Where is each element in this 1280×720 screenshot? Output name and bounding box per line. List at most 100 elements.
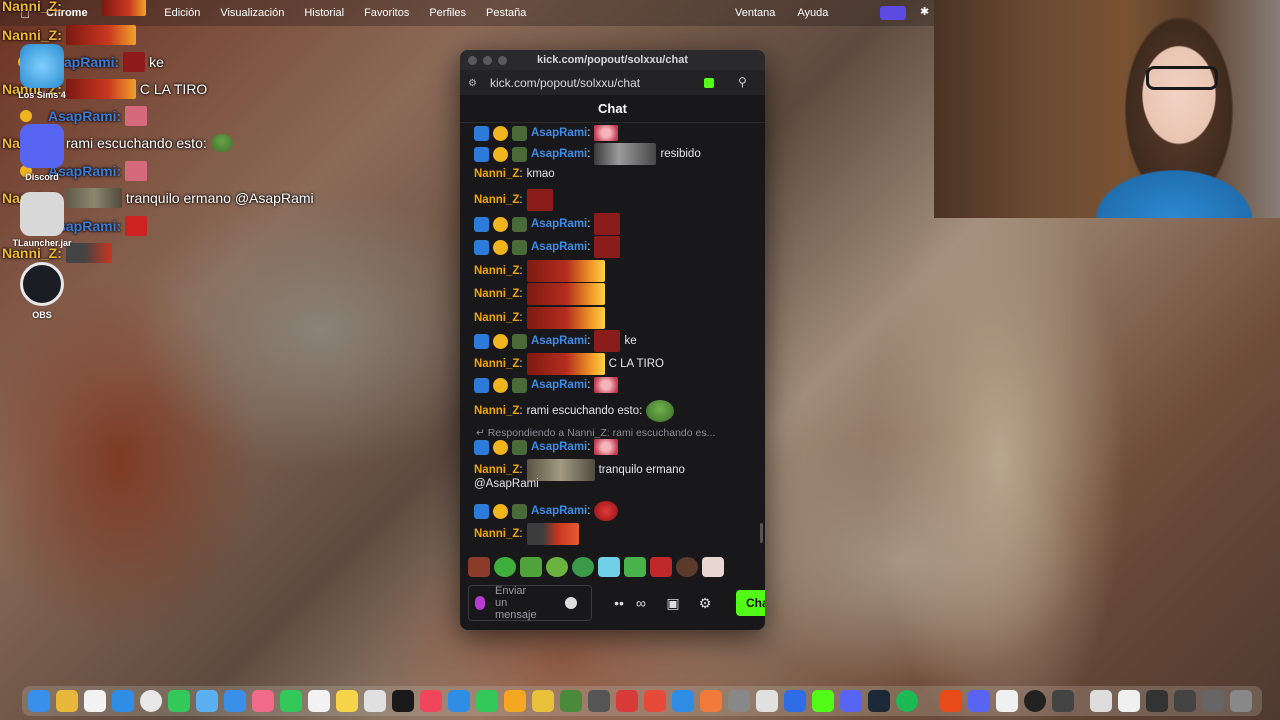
kick-app-icon[interactable]: [812, 690, 834, 712]
red-emote-icon: [594, 236, 621, 258]
spotify-icon[interactable]: [896, 690, 918, 712]
store-icon[interactable]: ▣: [662, 595, 684, 612]
kick-extension-icon[interactable]: [704, 78, 714, 88]
maps-icon[interactable]: [196, 690, 218, 712]
username[interactable]: AsapRami: [531, 148, 587, 160]
keynote-icon[interactable]: [448, 690, 470, 712]
username[interactable]: Nanni_Z: [474, 288, 519, 300]
document-icon[interactable]: [1090, 690, 1112, 712]
webcam-feed: [934, 0, 1280, 218]
facetime-icon[interactable]: [280, 690, 302, 712]
bluetooth-icon[interactable]: ✱: [920, 5, 932, 19]
screen-share-icon[interactable]: [880, 6, 906, 20]
username[interactable]: Nanni_Z: [474, 168, 519, 180]
menu-ayuda[interactable]: Ayuda: [797, 7, 828, 19]
zoom-icon[interactable]: ⚲: [738, 75, 747, 89]
username[interactable]: AsapRami: [531, 335, 587, 347]
address-bar[interactable]: ⚙ kick.com/popout/solxxu/chat ⚲: [460, 70, 765, 95]
username[interactable]: Nanni_Z: [474, 194, 519, 206]
numbers-icon[interactable]: [476, 690, 498, 712]
chrome-icon[interactable]: [140, 690, 162, 712]
username[interactable]: AsapRami: [531, 218, 587, 230]
calendar-icon[interactable]: [84, 690, 106, 712]
menu-perfiles[interactable]: Perfiles: [429, 7, 466, 19]
devil-emote-icon: [594, 501, 619, 521]
mail-icon[interactable]: [224, 690, 246, 712]
blue-app-icon[interactable]: [784, 690, 806, 712]
launchpad-icon[interactable]: [56, 690, 78, 712]
terminal-icon[interactable]: [1174, 690, 1196, 712]
username[interactable]: Nanni_Z: [474, 312, 519, 324]
emote-5-icon[interactable]: [572, 557, 594, 577]
game-app-icon[interactable]: [532, 690, 554, 712]
steam-icon[interactable]: [868, 690, 890, 712]
disabled-app-icon[interactable]: [588, 690, 610, 712]
discord-2-icon[interactable]: [968, 690, 990, 712]
chat-message: AsapRami :: [474, 236, 621, 258]
sims-app-icon[interactable]: [20, 44, 64, 88]
emote-9-icon[interactable]: [676, 557, 698, 577]
pages-icon[interactable]: [504, 690, 526, 712]
discord-app-icon[interactable]: [20, 124, 64, 168]
username[interactable]: Nanni_Z: [474, 265, 519, 277]
appletv-icon[interactable]: [392, 690, 414, 712]
settings-icon[interactable]: [728, 690, 750, 712]
emote-8-icon[interactable]: [650, 557, 672, 577]
menu-favoritos[interactable]: Favoritos: [364, 7, 409, 19]
infinity-icon[interactable]: ∞: [630, 595, 652, 611]
origin-icon[interactable]: [940, 690, 962, 712]
microphone-icon[interactable]: [475, 596, 485, 610]
username[interactable]: Nanni_Z: [474, 464, 519, 476]
freeform-icon[interactable]: [364, 690, 386, 712]
menu-pestana[interactable]: Pestaña: [486, 7, 526, 19]
messages-icon[interactable]: [168, 690, 190, 712]
finder-icon[interactable]: [28, 690, 50, 712]
minecraft-icon[interactable]: [560, 690, 582, 712]
obs-dock-icon[interactable]: [1024, 690, 1046, 712]
username[interactable]: AsapRami: [531, 127, 587, 139]
safari-icon[interactable]: [112, 690, 134, 712]
capcut-icon[interactable]: [644, 690, 666, 712]
red-app-icon[interactable]: [616, 690, 638, 712]
reply-context[interactable]: ↵ Respondiendo a Nanni_Z: rami escuchand…: [476, 427, 715, 439]
emote-1-icon[interactable]: [468, 557, 490, 577]
tlauncher-file-icon[interactable]: [20, 192, 64, 236]
send-chat-button[interactable]: Cha: [736, 590, 765, 616]
message-input[interactable]: Enviar un mensaje: [468, 585, 592, 621]
trash-icon[interactable]: [1230, 690, 1252, 712]
ea-icon[interactable]: [996, 690, 1018, 712]
username[interactable]: Nanni_Z: [474, 528, 519, 540]
obs-app-icon[interactable]: [20, 262, 64, 306]
username[interactable]: AsapRami: [531, 441, 587, 453]
username[interactable]: Nanni_Z: [474, 358, 519, 370]
emote-6-icon[interactable]: [598, 557, 620, 577]
folder-icon[interactable]: [1146, 690, 1168, 712]
username[interactable]: AsapRami: [531, 505, 587, 517]
photos-icon[interactable]: [252, 690, 274, 712]
downloads-icon[interactable]: [1202, 690, 1224, 712]
emote-10-icon[interactable]: [702, 557, 724, 577]
screenshot-icon[interactable]: [1052, 690, 1074, 712]
username[interactable]: AsapRami: [531, 379, 587, 391]
menu-ventana[interactable]: Ventana: [735, 7, 775, 19]
url-text[interactable]: kick.com/popout/solxxu/chat: [490, 76, 640, 90]
appstore-icon[interactable]: [672, 690, 694, 712]
predictions-icon[interactable]: ••: [608, 595, 630, 611]
username[interactable]: AsapRami: [531, 241, 587, 253]
emote-4-icon[interactable]: [546, 557, 568, 577]
orange-app-icon[interactable]: [700, 690, 722, 712]
chat-settings-gear-icon[interactable]: ⚙: [694, 595, 716, 612]
username[interactable]: Nanni_Z: [474, 405, 519, 417]
emote-2-icon[interactable]: [494, 557, 516, 577]
reminders-icon[interactable]: [308, 690, 330, 712]
notes-icon[interactable]: [336, 690, 358, 712]
emoji-picker-icon[interactable]: [565, 597, 577, 609]
site-settings-icon[interactable]: ⚙: [468, 78, 480, 89]
pdf-icon[interactable]: [1118, 690, 1140, 712]
emote-7-icon[interactable]: [624, 557, 646, 577]
discord-dock-icon[interactable]: [840, 690, 862, 712]
editor-icon[interactable]: [756, 690, 778, 712]
chat-scrollbar[interactable]: [760, 523, 763, 543]
music-icon[interactable]: [420, 690, 442, 712]
emote-3-icon[interactable]: [520, 557, 542, 577]
